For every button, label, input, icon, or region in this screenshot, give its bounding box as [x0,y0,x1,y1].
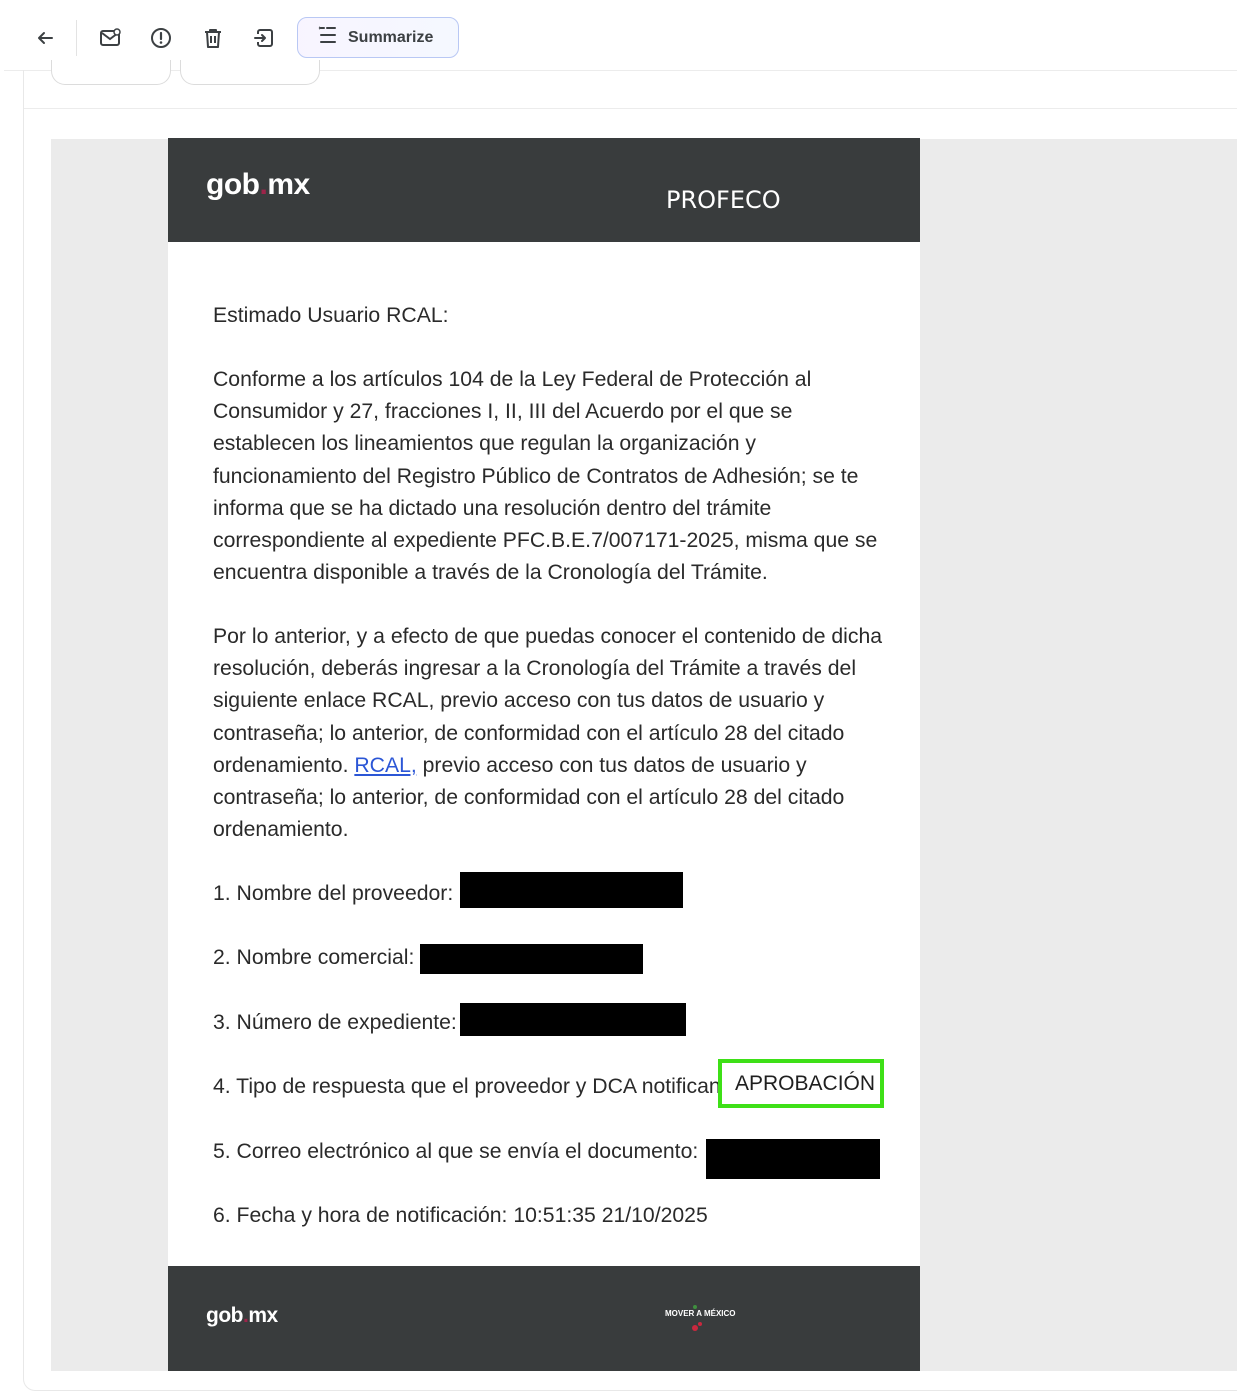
greeting: Estimado Usuario RCAL: [213,304,449,327]
frame-divider [24,108,1237,109]
paragraph-2: Por lo anterior, y a efecto de que pueda… [213,625,883,842]
trash-icon[interactable] [201,26,225,50]
gobmx-logo: gob.mx [206,168,310,201]
mover-a-mexico-badge: MOVER A MÉXICO [665,1305,755,1341]
list-item: 6. Fecha y hora de notificación: 10:51:3… [213,1204,708,1227]
redaction-block [420,944,643,974]
org-name: PROFECO [666,186,781,214]
list-item: 5. Correo electrónico al que se envía el… [213,1140,699,1163]
redaction-block [706,1139,880,1179]
gobmx-logo: gob.mx [206,1304,278,1327]
list-item: 4. Tipo de respuesta que el proveedor y … [213,1075,727,1098]
move-to-icon[interactable] [253,26,277,50]
alert-circle-icon[interactable] [149,26,173,50]
toolbar-divider [76,20,77,56]
paragraph-1: Conforme a los artículos 104 de la Ley F… [213,368,878,585]
list-item: 1. Nombre del proveedor: [213,882,454,905]
redaction-block [460,872,683,908]
email-body: gob.mx PROFECO Estimado Usuario RCAL: Co… [168,138,920,1371]
approval-status-highlight: APROBACIÓN [718,1059,884,1108]
summarize-icon [318,26,338,49]
summarize-button[interactable]: Summarize [297,17,459,58]
email-header: gob.mx PROFECO [168,138,920,242]
list-item: 2. Nombre comercial: [213,946,415,969]
list-item: 3. Número de expediente: [213,1011,457,1034]
rcal-link[interactable]: RCAL, [354,754,416,777]
mail-icon[interactable] [98,26,122,50]
redaction-block [460,1003,686,1036]
mover-a-mexico-icon [692,1305,702,1331]
summarize-label: Summarize [348,28,434,46]
email-footer: gob.mx MOVER A MÉXICO [168,1266,920,1371]
arrow-left-icon[interactable] [33,26,57,50]
approval-value: APROBACIÓN [735,1071,876,1095]
